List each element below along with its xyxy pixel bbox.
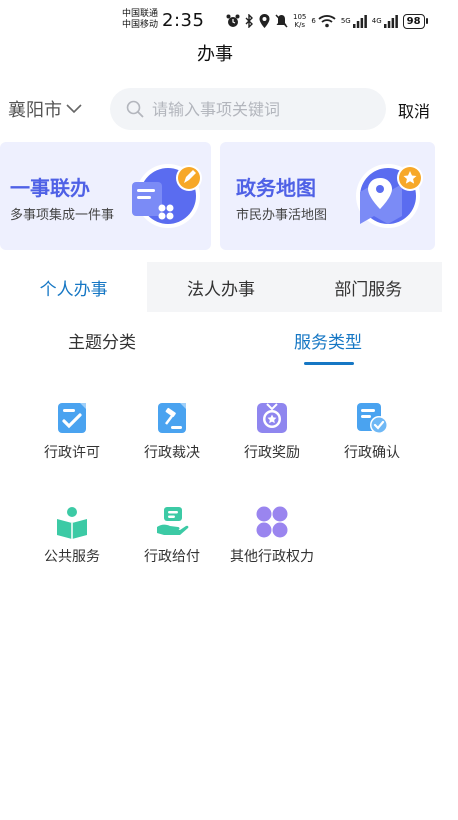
service-grid: 行政许可 行政裁决 行政奖励 行政确认 公共服务 行政给付 其他行政权力 <box>22 400 442 566</box>
service-label: 行政许可 <box>44 445 100 461</box>
signal-1-icon <box>352 15 367 28</box>
tab-personal[interactable]: 个人办事 <box>0 262 148 312</box>
system-icons: 105 K/s 6 5G 4G 98 <box>226 13 428 29</box>
battery-nub <box>425 18 428 24</box>
carrier-2: 中国移动 <box>122 20 159 30</box>
sub-tabs: 主题分类 服务类型 <box>0 322 458 368</box>
service-label: 行政确认 <box>344 445 400 461</box>
net-speed: 105 K/s <box>293 13 306 29</box>
battery-icon: 98 <box>402 13 428 29</box>
map-pin-icon <box>356 164 423 228</box>
clover-grid-icon <box>256 506 288 538</box>
signal-1-label: 5G <box>340 17 351 25</box>
service-item-payment[interactable]: 行政给付 <box>122 504 222 566</box>
net-speed-unit: K/s <box>294 21 305 29</box>
wifi-label: 6 <box>311 17 316 25</box>
alarm-icon <box>226 14 240 27</box>
service-item-other-powers[interactable]: 其他行政权力 <box>222 504 322 566</box>
subtab-theme[interactable]: 主题分类 <box>68 328 136 353</box>
signal-2-label: 4G <box>371 17 382 25</box>
card-subtitle: 市民办事活地图 <box>236 208 328 223</box>
gavel-icon <box>158 403 186 433</box>
carrier-info: 中国联通 中国移动 <box>122 9 158 31</box>
service-item-permit[interactable]: 行政许可 <box>22 400 122 462</box>
person-book-icon <box>57 507 87 539</box>
mute-bell-icon <box>275 14 288 28</box>
service-label: 公共服务 <box>44 549 100 565</box>
service-label: 行政给付 <box>144 549 200 565</box>
search-icon <box>126 100 144 118</box>
net-speed-value: 105 <box>293 13 307 21</box>
document-pen-icon <box>132 164 202 228</box>
city-label: 襄阳市 <box>8 100 62 121</box>
bluetooth-icon <box>245 14 253 28</box>
wifi-icon <box>318 15 336 28</box>
card-title: 一事联办 <box>10 176 90 200</box>
hand-payment-icon <box>157 507 189 535</box>
search-box[interactable] <box>110 88 386 130</box>
main-tabs: 个人办事 法人办事 部门服务 <box>0 262 442 312</box>
card-service-map[interactable]: 政务地图 市民办事活地图 <box>220 142 435 250</box>
battery-level: 98 <box>402 13 425 29</box>
location-icon <box>259 14 270 28</box>
service-item-reward[interactable]: 行政奖励 <box>222 400 322 462</box>
medal-icon <box>257 403 287 433</box>
tab-legal-entity[interactable]: 法人办事 <box>147 262 295 312</box>
card-subtitle: 多事项集成一件事 <box>10 208 115 223</box>
active-subtab-indicator <box>304 362 354 365</box>
confirm-doc-icon <box>357 403 388 434</box>
city-selector[interactable]: 襄阳市 <box>8 96 82 122</box>
tab-department[interactable]: 部门服务 <box>294 262 442 312</box>
chevron-down-icon <box>66 104 82 114</box>
cancel-button[interactable]: 取消 <box>398 98 430 122</box>
card-combined-service[interactable]: 一事联办 多事项集成一件事 <box>0 142 211 250</box>
clock: 2:35 <box>162 10 205 31</box>
service-label: 行政奖励 <box>244 445 300 461</box>
service-label: 行政裁决 <box>144 445 200 461</box>
service-item-public-service[interactable]: 公共服务 <box>22 504 122 566</box>
service-item-confirmation[interactable]: 行政确认 <box>322 400 422 462</box>
service-label: 其他行政权力 <box>230 549 314 565</box>
service-item-adjudication[interactable]: 行政裁决 <box>122 400 222 462</box>
card-title: 政务地图 <box>236 176 316 200</box>
status-bar: 中国联通 中国移动 2:35 105 K/s 6 5G 4G 98 <box>0 0 458 38</box>
carrier-1: 中国联通 <box>122 9 159 19</box>
signal-2-icon <box>383 15 398 28</box>
page-title: 办事 <box>197 44 233 65</box>
permit-check-icon <box>58 403 86 433</box>
subtab-service-type[interactable]: 服务类型 <box>294 328 362 353</box>
search-input[interactable] <box>150 98 374 120</box>
